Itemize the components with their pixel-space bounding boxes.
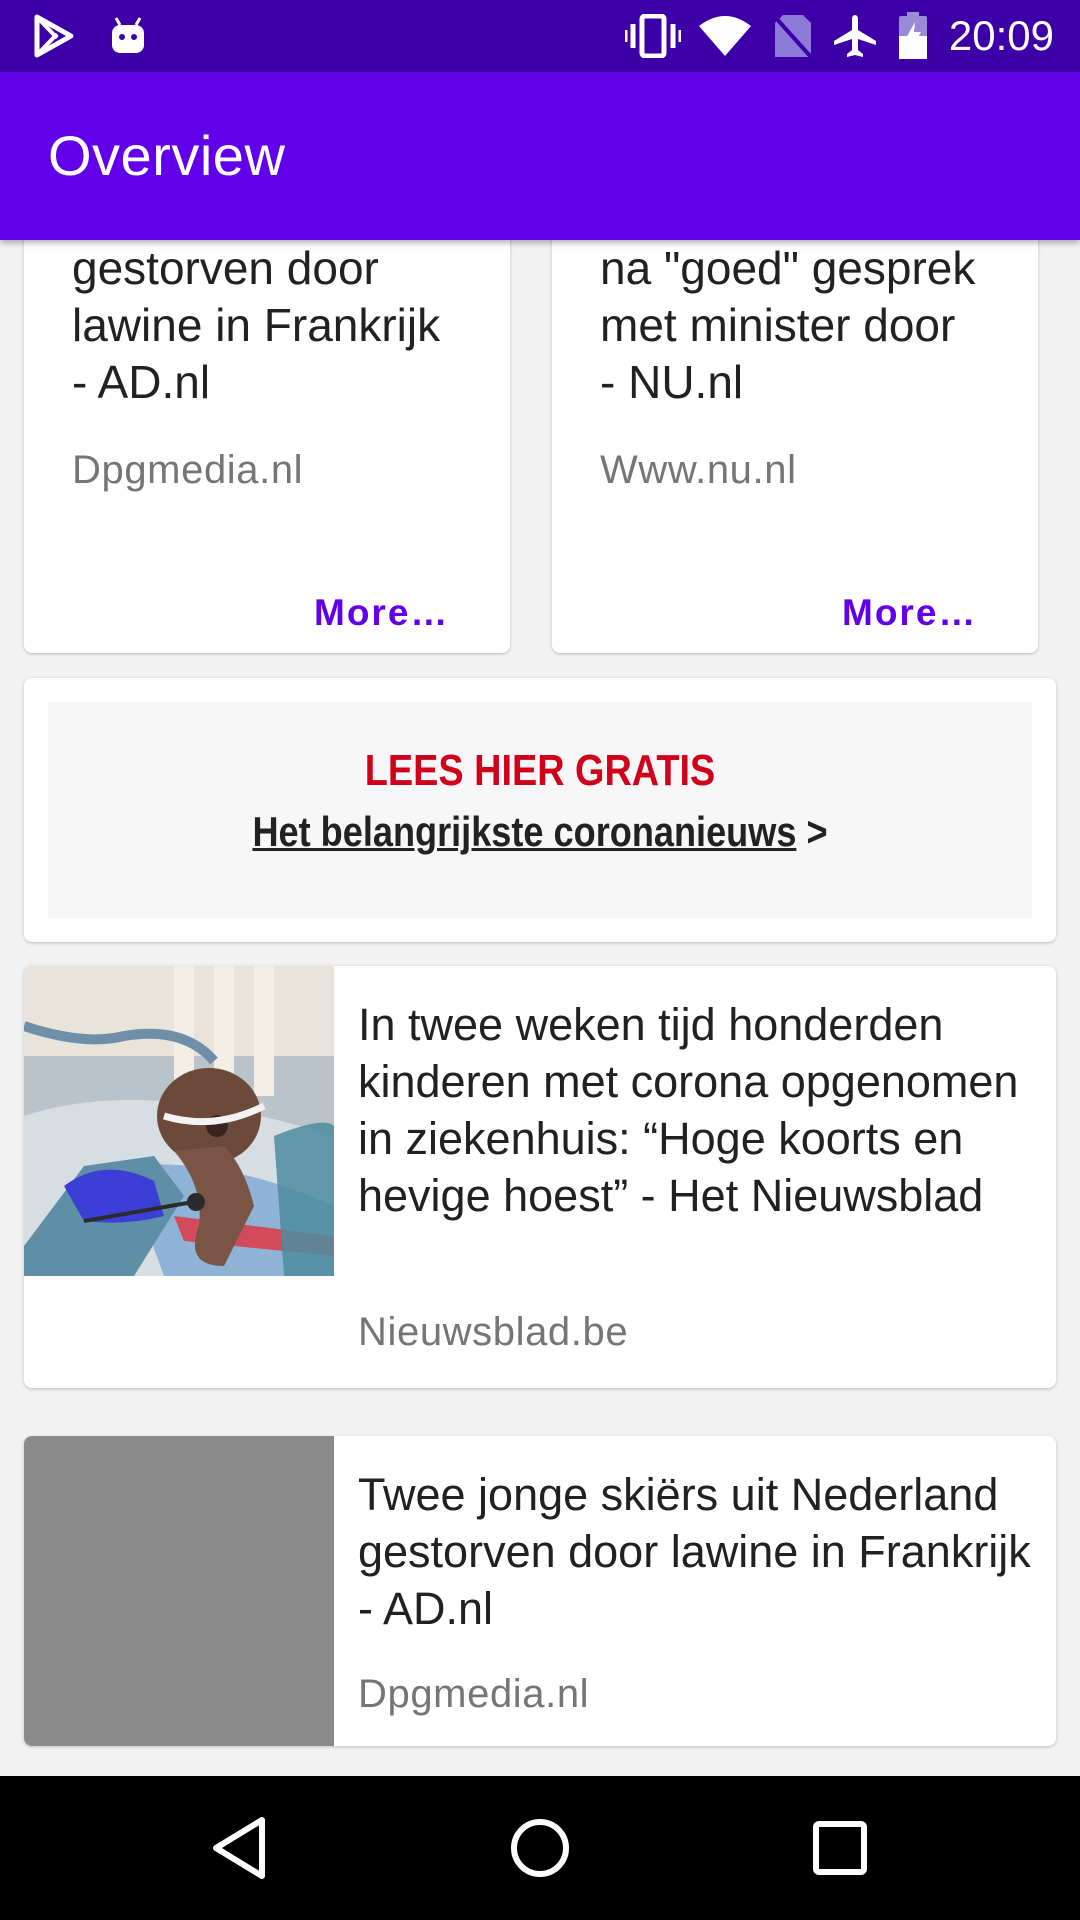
- news-card[interactable]: na "goed" gesprek met minister door - NU…: [552, 240, 1038, 653]
- more-button[interactable]: More…: [842, 592, 977, 634]
- news-card[interactable]: gestorven door lawine in Frankrijk - AD.…: [24, 240, 510, 653]
- navigation-bar: [0, 1776, 1080, 1920]
- article-source: Nieuwsblad.be: [358, 1310, 629, 1354]
- promo-arrow: >: [796, 808, 828, 855]
- article-thumbnail: [24, 966, 334, 1276]
- promo-banner-content[interactable]: LEES HIER GRATIS Het belangrijkste coron…: [48, 702, 1032, 918]
- status-time: 20:09: [948, 12, 1054, 59]
- promo-headline: LEES HIER GRATIS: [364, 746, 716, 795]
- more-button[interactable]: More…: [314, 592, 449, 634]
- home-icon[interactable]: [504, 1812, 576, 1884]
- article-title: In twee weken tijd honderden kinderen me…: [358, 999, 1019, 1221]
- promo-link[interactable]: Het belangrijkste coronanieuws >: [117, 808, 963, 856]
- no-sim-icon: [768, 12, 818, 60]
- app-bar: Overview: [0, 72, 1080, 240]
- promo-banner[interactable]: LEES HIER GRATIS Het belangrijkste coron…: [24, 678, 1056, 942]
- android-icon: [104, 12, 152, 60]
- article-source: Dpgmedia.nl: [358, 1672, 590, 1716]
- screen: 20:09 Overview gestorven door lawine in …: [0, 0, 1080, 1920]
- status-bar: 20:09: [0, 0, 1080, 72]
- promo-link-text[interactable]: Het belangrijkste coronanieuws: [252, 808, 796, 855]
- article-card[interactable]: Twee jonge skiërs uit Nederland gestorve…: [24, 1436, 1056, 1746]
- wifi-icon: [696, 12, 754, 60]
- news-feed[interactable]: gestorven door lawine in Frankrijk - AD.…: [0, 240, 1080, 1776]
- recents-icon[interactable]: [804, 1812, 876, 1884]
- news-card-title: gestorven door lawine in Frankrijk - AD.…: [72, 242, 441, 408]
- vibrate-icon: [624, 12, 682, 60]
- airplane-mode-icon: [830, 12, 880, 60]
- play-store-icon: [30, 12, 78, 60]
- page-title: Overview: [48, 124, 286, 187]
- article-title: Twee jonge skiërs uit Nederland gestorve…: [358, 1469, 1031, 1634]
- back-icon[interactable]: [204, 1812, 276, 1884]
- news-card-source: Www.nu.nl: [600, 448, 797, 492]
- battery-charging-icon: [896, 12, 930, 60]
- news-card-source: Dpgmedia.nl: [72, 448, 304, 492]
- article-card[interactable]: In twee weken tijd honderden kinderen me…: [24, 966, 1056, 1388]
- article-thumbnail-placeholder: [24, 1436, 334, 1746]
- news-card-title: na "goed" gesprek met minister door - NU…: [600, 242, 976, 408]
